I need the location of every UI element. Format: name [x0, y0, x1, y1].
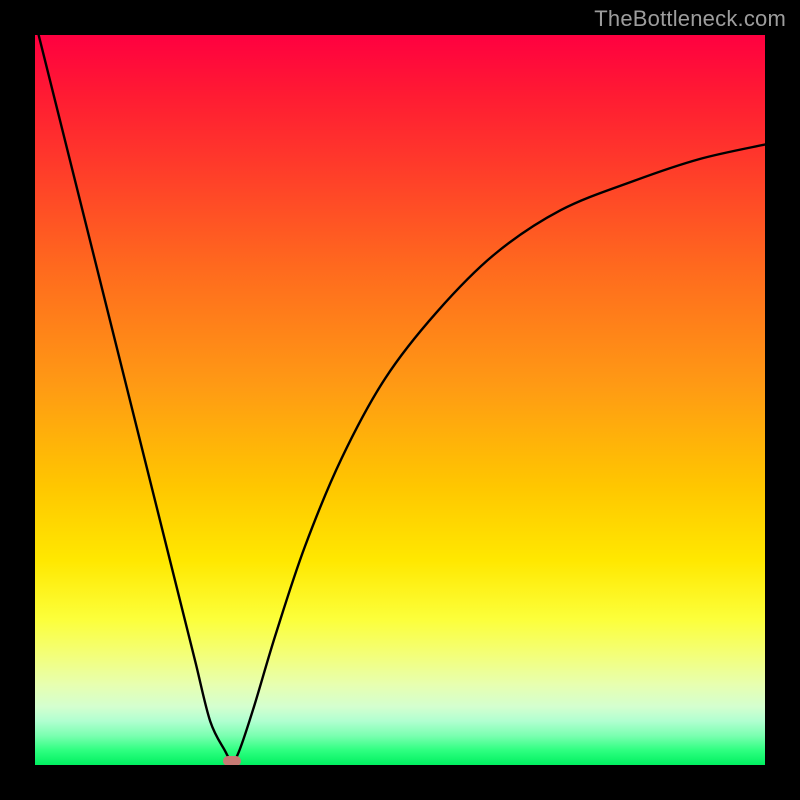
minimum-marker — [223, 756, 241, 765]
plot-area — [35, 35, 765, 765]
bottleneck-curve — [35, 35, 765, 765]
watermark-text: TheBottleneck.com — [594, 6, 786, 32]
chart-frame: TheBottleneck.com — [0, 0, 800, 800]
